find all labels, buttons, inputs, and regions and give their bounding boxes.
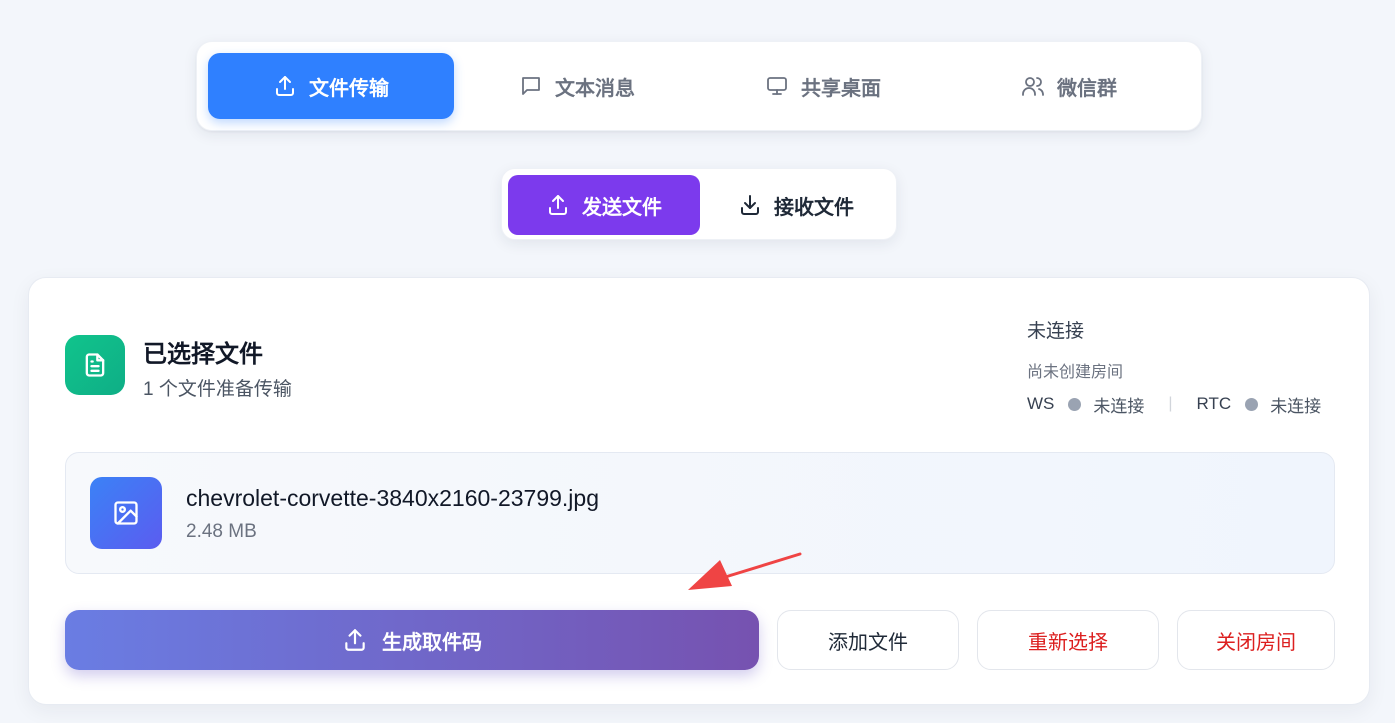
connection-status-title: 未连接 [1027,321,1085,342]
reselect-button[interactable]: 重新选择 [977,610,1159,670]
sub-tab-label: 发送文件 [582,196,662,219]
generate-code-label: 生成取件码 [382,631,482,654]
page: 文件传输 文本消息 共享桌面 微信群 发送文件 接收文件 已选择文件 1 个文件… [0,0,1395,723]
monitor-icon [767,77,787,95]
rtc-status-dot [1245,397,1259,411]
selected-files-card: 已选择文件 1 个文件准备传输 未连接 尚未创建房间 WS 未连接 | RTC … [28,277,1370,705]
file-size: 2.48 MB [186,521,257,542]
room-status: 尚未创建房间 [1027,364,1124,381]
message-icon [522,77,540,95]
image-icon [90,477,162,549]
tab-wechat-group[interactable]: 微信群 [946,53,1192,119]
annotation-arrow-icon [688,552,802,590]
sub-tab-bar: 发送文件 接收文件 [501,168,897,240]
tab-text-message[interactable]: 文本消息 [454,53,700,119]
upload-icon [345,629,365,651]
ws-status-dot [1068,397,1082,411]
top-tab-bar: 文件传输 文本消息 共享桌面 微信群 [196,41,1202,131]
rtc-label: RTC [1196,394,1232,413]
tab-label: 共享桌面 [801,77,881,100]
tab-label: 文件传输 [309,77,389,100]
upload-icon [549,195,567,215]
ws-label: WS [1027,394,1055,413]
tab-share-desktop[interactable]: 共享桌面 [700,53,946,119]
connection-indicators: WS 未连接 | RTC 未连接 [1027,392,1333,416]
add-file-button[interactable]: 添加文件 [777,610,959,670]
card-subtitle: 1 个文件准备传输 [143,379,292,400]
upload-icon [276,76,294,96]
generate-code-button[interactable]: 生成取件码 [65,610,759,670]
tab-send-file[interactable]: 发送文件 [508,175,700,235]
document-icon [65,335,125,395]
download-icon [741,195,759,215]
tab-label: 微信群 [1057,77,1117,100]
rtc-state: 未连接 [1270,396,1322,416]
file-name: chevrolet-corvette-3840x2160-23799.jpg [186,485,599,511]
card-title: 已选择文件 [143,341,263,368]
ws-state: 未连接 [1093,396,1145,416]
tab-receive-file[interactable]: 接收文件 [700,175,892,235]
sub-tab-label: 接收文件 [774,196,854,219]
status-separator: | [1168,395,1173,412]
tab-file-transfer[interactable]: 文件传输 [208,53,454,119]
close-room-button[interactable]: 关闭房间 [1177,610,1335,670]
users-icon [1022,77,1044,96]
tab-label: 文本消息 [555,77,635,100]
